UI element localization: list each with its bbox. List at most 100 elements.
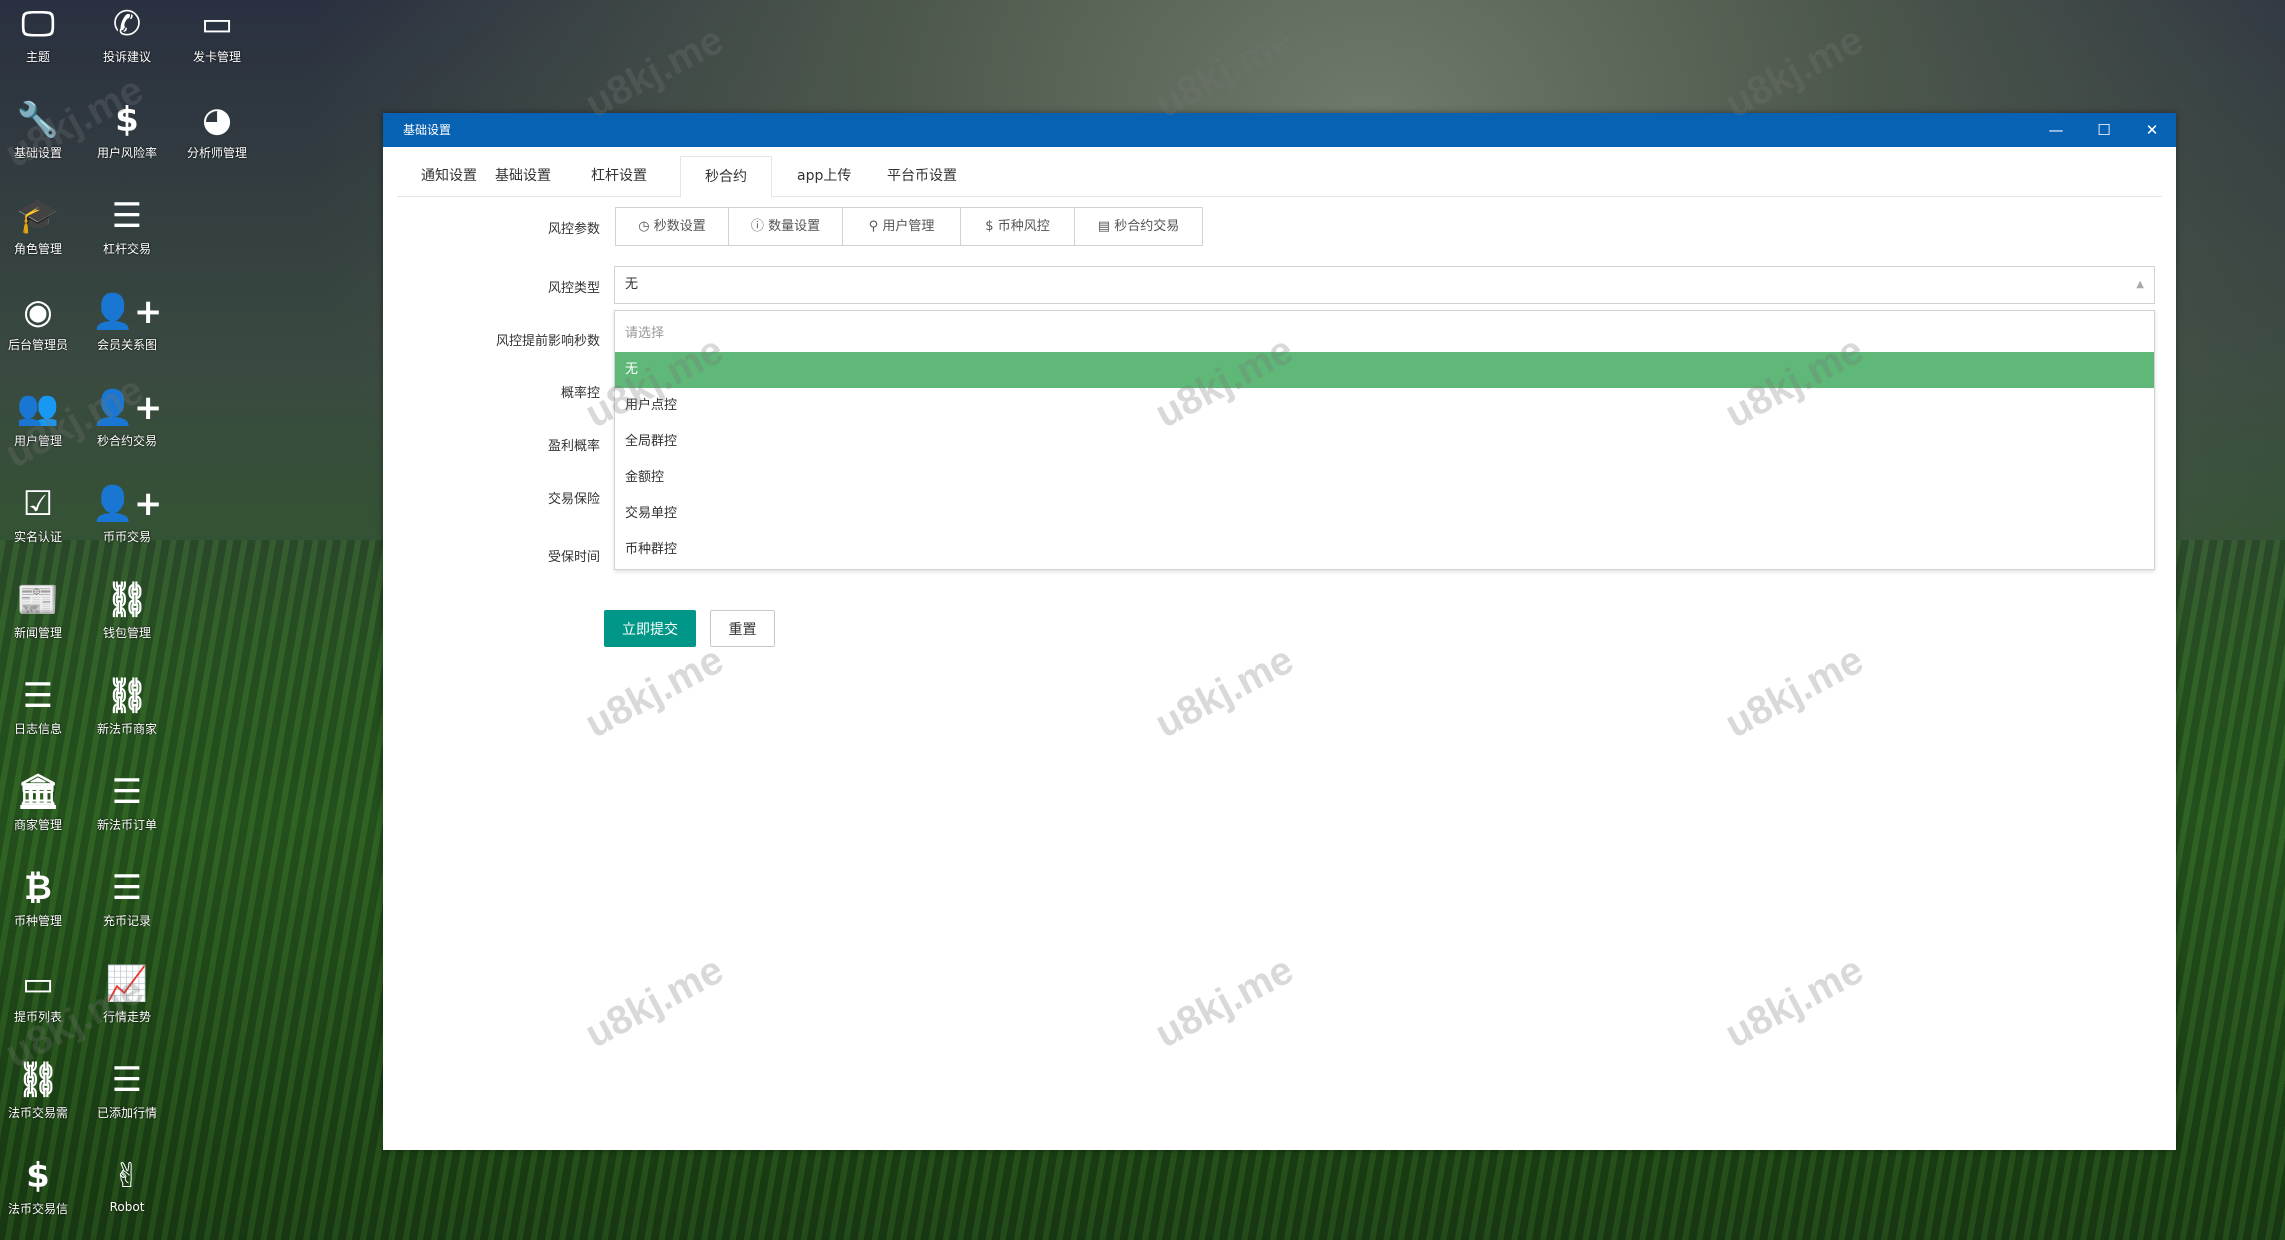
- risk-type-select[interactable]: 无 ▲: [614, 266, 2155, 304]
- risk-type-dropdown: 请选择 无 用户点控 全局群控 金额控 交易单控 币种群控: [614, 310, 2155, 570]
- graduation-cap-icon: 🎓: [16, 196, 60, 236]
- label-insured-time: 受保时间: [547, 550, 600, 565]
- maximize-button[interactable]: ☐: [2080, 113, 2128, 147]
- desktop-icon-newspaper[interactable]: 📰 新闻管理: [0, 578, 83, 641]
- watermark-text: u8kj.me: [578, 17, 731, 127]
- desktop-icon-label: 杠杆交易: [102, 242, 151, 256]
- tab-platform-coin[interactable]: 平台币设置: [871, 156, 973, 197]
- desktop-icon-user-circle[interactable]: ◉ 后台管理员: [0, 290, 83, 353]
- minimize-button[interactable]: —: [2032, 113, 2080, 147]
- desktop-icon-user-plus[interactable]: 👤+ 秒合约交易: [82, 386, 172, 449]
- submit-button[interactable]: 立即提交: [604, 610, 696, 647]
- desktop-icon-list[interactable]: ☰ 已添加行情: [82, 1058, 172, 1121]
- desktop-icon-hand[interactable]: ✌ Robot: [82, 1154, 172, 1214]
- dollar-circle-icon: $: [985, 219, 994, 234]
- second-contract-trade-button[interactable]: ▤ 秒合约交易: [1075, 208, 1202, 245]
- desktop-icon-label: 实名认证: [13, 530, 62, 544]
- desktop-icon-label: 投诉建议: [102, 50, 151, 64]
- desktop-icon-label: 钱包管理: [102, 626, 151, 640]
- user-circle-icon: ◉: [23, 292, 53, 332]
- option-none[interactable]: 无: [615, 352, 2154, 388]
- desktop-icon-label: 充币记录: [102, 914, 151, 928]
- desktop-icon-label: Robot: [109, 1200, 145, 1214]
- desktop-icon-bank[interactable]: 🏛 商家管理: [0, 770, 83, 833]
- desktop-icon-label: 发卡管理: [192, 50, 241, 64]
- desktop-icon-user-plus[interactable]: 👤+ 会员关系图: [82, 290, 172, 353]
- credit-card-icon: ▭: [21, 964, 55, 1004]
- desktop-icon-monitor[interactable]: 🖵 主题: [0, 2, 83, 65]
- option-placeholder[interactable]: 请选择: [615, 316, 2154, 352]
- desktop-icon-label: 会员关系图: [96, 338, 157, 352]
- desktop-icon-dollar[interactable]: $ 用户风险率: [82, 98, 172, 161]
- risk-param-button-group: ◷ 秒数设置 ⓘ 数量设置 ⚲ 用户管理 $ 币种风控 ▤ 秒合约交易: [615, 207, 1203, 246]
- bank-icon: 🏛: [16, 772, 60, 812]
- credit-card-icon: ▭: [200, 4, 234, 44]
- settings-window: 基础设置 — ☐ ✕ 通知设置 基础设置 杠杆设置 秒合约 app上传 平台币设…: [383, 113, 2176, 1150]
- users-icon: 👥: [16, 388, 60, 428]
- label-risk-type: 风控类型: [547, 281, 600, 296]
- desktop-icon-list[interactable]: ☰ 充币记录: [82, 866, 172, 929]
- desktop-icon-label: 用户管理: [13, 434, 62, 448]
- tab-app-upload[interactable]: app上传: [781, 156, 867, 197]
- risk-type-value: 无: [625, 277, 639, 292]
- tab-leverage[interactable]: 杠杆设置: [575, 156, 663, 197]
- desktop-icon-list[interactable]: ☰ 新法币订单: [82, 770, 172, 833]
- desktop-icon-label: 后台管理员: [7, 338, 68, 352]
- desktop-icon-list[interactable]: ☰ 日志信息: [0, 674, 83, 737]
- user-management-button[interactable]: ⚲ 用户管理: [843, 208, 961, 245]
- desktop-icon-check-square[interactable]: ☑ 实名认证: [0, 482, 83, 545]
- desktop-icon-label: 法币交易需: [7, 1106, 68, 1120]
- desktop-icon-label: 新闻管理: [13, 626, 62, 640]
- reset-button[interactable]: 重置: [710, 610, 775, 647]
- quantity-settings-button[interactable]: ⓘ 数量设置: [729, 208, 843, 245]
- option-user-control[interactable]: 用户点控: [615, 388, 2154, 424]
- pie-chart-icon: ◕: [202, 100, 232, 140]
- desktop-icon-label: 基础设置: [13, 146, 62, 160]
- watermark-text: u8kj.me: [1718, 17, 1871, 127]
- desktop-icon-list[interactable]: ☰ 杠杆交易: [82, 194, 172, 257]
- option-coin-group-control[interactable]: 币种群控: [615, 532, 2154, 568]
- label-profit-probability: 盈利概率: [547, 439, 600, 454]
- tab-second-contract[interactable]: 秒合约: [680, 156, 772, 198]
- watermark-text: u8kj.me: [1148, 17, 1301, 127]
- desktop-icon-phone[interactable]: ✆ 投诉建议: [82, 2, 172, 65]
- desktop-icon-line-chart[interactable]: 📈 行情走势: [82, 962, 172, 1025]
- option-global-group-control[interactable]: 全局群控: [615, 424, 2154, 460]
- option-trade-single-control[interactable]: 交易单控: [615, 496, 2154, 532]
- desktop-icon-bitcoin[interactable]: ₿ 币种管理: [0, 866, 83, 929]
- desktop-icon-dollar[interactable]: $ 法币交易信: [0, 1154, 83, 1217]
- coin-risk-button[interactable]: $ 币种风控: [961, 208, 1075, 245]
- desktop-icon-link-circle[interactable]: ⛓ 法币交易需: [0, 1058, 83, 1121]
- desktop-icon-credit-card[interactable]: ▭ 提币列表: [0, 962, 83, 1025]
- option-amount-control[interactable]: 金额控: [615, 460, 2154, 496]
- desktop-icon-users[interactable]: 👥 用户管理: [0, 386, 83, 449]
- info-icon: ⓘ: [750, 219, 764, 234]
- desktop-icon-wrench[interactable]: 🔧 基础设置: [0, 98, 83, 161]
- link-circle-icon: ⛓: [16, 1060, 60, 1100]
- desktop-icon-label: 币种管理: [13, 914, 62, 928]
- desktop-icon-link-circle[interactable]: ⛓ 新法币商家: [82, 674, 172, 737]
- list-icon: ☰: [111, 772, 143, 812]
- phone-icon: ✆: [112, 4, 142, 44]
- desktop-icon-label: 币币交易: [102, 530, 151, 544]
- user-plus-icon: 👤+: [91, 484, 163, 524]
- hand-icon: ✌: [112, 1156, 142, 1196]
- clipboard-icon: ▤: [1097, 219, 1111, 234]
- desktop-icon-pie-chart[interactable]: ◕ 分析师管理: [172, 98, 262, 161]
- caret-up-icon: ▲: [2136, 279, 2144, 290]
- window-titlebar[interactable]: 基础设置 — ☐ ✕: [383, 113, 2176, 147]
- desktop-icon-credit-card[interactable]: ▭ 发卡管理: [172, 2, 262, 65]
- close-button[interactable]: ✕: [2128, 113, 2176, 147]
- desktop-icon-label: 行情走势: [102, 1010, 151, 1024]
- desktop-icon-label: 新法币商家: [96, 722, 157, 736]
- label-probability-control: 概率控: [560, 386, 600, 401]
- desktop-icon-label: 商家管理: [13, 818, 62, 832]
- desktop-icon-user-plus[interactable]: 👤+ 币币交易: [82, 482, 172, 545]
- user-plus-icon: 👤+: [91, 388, 163, 428]
- desktop-icon-label: 日志信息: [13, 722, 62, 736]
- desktop-icon-graduation-cap[interactable]: 🎓 角色管理: [0, 194, 83, 257]
- monitor-icon: 🖵: [21, 4, 55, 44]
- seconds-settings-button[interactable]: ◷ 秒数设置: [616, 208, 729, 245]
- tab-basic[interactable]: 基础设置: [479, 156, 567, 197]
- desktop-icon-link-circle[interactable]: ⛓ 钱包管理: [82, 578, 172, 641]
